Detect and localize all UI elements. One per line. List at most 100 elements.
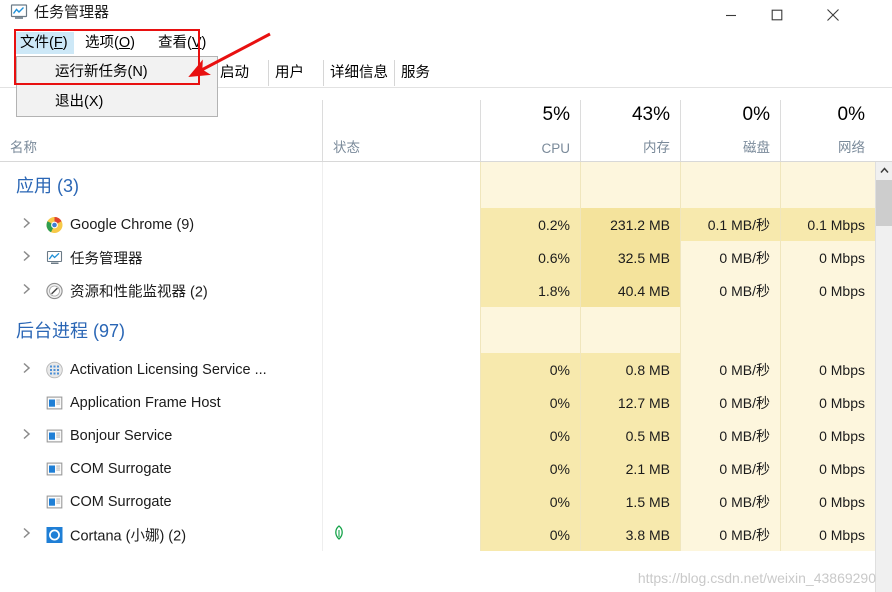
process-memory-cell: 0.8 MB [580, 353, 680, 386]
process-row[interactable]: COM Surrogate 0% 2.1 MB 0 MB/秒 0 Mbps [0, 452, 875, 485]
process-row[interactable]: 任务管理器 0.6% 32.5 MB 0 MB/秒 0 Mbps [0, 241, 875, 274]
column-header-cpu[interactable]: 5% CPU [480, 100, 580, 162]
process-network-cell: 0 Mbps [780, 518, 875, 551]
window-app-icon [46, 427, 63, 444]
column-header-disk-value: 0% [742, 104, 770, 125]
column-header-cpu-label: CPU [541, 141, 570, 156]
expand-chevron-icon[interactable] [22, 361, 31, 379]
maximize-button[interactable] [754, 0, 800, 30]
section-memory-cell [580, 307, 680, 353]
process-network-cell: 0 Mbps [780, 485, 875, 518]
process-name-label: Cortana (小娜) (2) [70, 528, 187, 544]
menu-item-file[interactable]: 文件(F) [14, 32, 74, 54]
tab-services[interactable]: 服务 [394, 60, 436, 86]
section-status-cell [322, 307, 480, 353]
section-header-row[interactable]: 后台进程 (97) [0, 307, 875, 353]
expand-chevron-icon[interactable] [22, 249, 31, 267]
column-header-memory[interactable]: 43% 内存 [580, 100, 680, 162]
column-header-status[interactable]: 状态 [322, 100, 480, 162]
process-name-label: COM Surrogate [70, 493, 172, 510]
process-memory-cell: 3.8 MB [580, 518, 680, 551]
process-disk-cell: 0 MB/秒 [680, 518, 780, 551]
process-disk-cell: 0 MB/秒 [680, 485, 780, 518]
tab-users[interactable]: 用户 [268, 60, 310, 86]
menu-file-accel: F [53, 35, 63, 51]
process-cpu-cell: 0% [480, 386, 580, 419]
process-network-cell: 0 Mbps [780, 241, 875, 274]
grid-app-icon [46, 361, 63, 378]
title-bar: 任务管理器 [0, 0, 892, 30]
process-disk-cell: 0.1 MB/秒 [680, 208, 780, 241]
column-header-disk[interactable]: 0% 磁盘 [680, 100, 780, 162]
window-app-icon [46, 394, 63, 411]
menu-exit[interactable]: 退出(X) [17, 87, 217, 117]
scrollbar-thumb[interactable] [876, 180, 892, 226]
section-network-cell [780, 307, 875, 353]
column-header-network-label: 网络 [838, 140, 865, 155]
process-network-cell: 0 Mbps [780, 419, 875, 452]
process-name-label: 任务管理器 [70, 251, 143, 267]
process-row[interactable]: Application Frame Host 0% 12.7 MB 0 MB/秒 0 M… [0, 386, 875, 419]
process-memory-cell: 0.5 MB [580, 419, 680, 452]
process-name-cell: COM Surrogate [0, 452, 322, 485]
process-status-cell [322, 274, 480, 307]
task-manager-window: 任务管理器 文件(F) 选项(O) 查看(V) 启动 用户 详细信息 服务 名称… [0, 0, 892, 592]
process-row[interactable]: Google Chrome (9) 0.2% 231.2 MB 0.1 MB/秒 0.1… [0, 208, 875, 241]
process-memory-cell: 1.5 MB [580, 485, 680, 518]
process-status-cell [322, 241, 480, 274]
expand-chevron-icon[interactable] [22, 216, 31, 234]
task-manager-icon [10, 4, 28, 20]
column-header-network[interactable]: 0% 网络 [780, 100, 875, 162]
section-header-row[interactable]: 应用 (3) [0, 162, 875, 208]
process-memory-cell: 12.7 MB [580, 386, 680, 419]
process-cpu-cell: 0.6% [480, 241, 580, 274]
minimize-button[interactable] [708, 0, 754, 30]
suspended-leaf-icon [333, 524, 345, 545]
process-row[interactable]: COM Surrogate 0% 1.5 MB 0 MB/秒 0 Mbps [0, 485, 875, 518]
process-row[interactable]: Cortana (小娜) (2) 0% 3.8 MB 0 MB/秒 0 Mbps [0, 518, 875, 551]
process-memory-cell: 231.2 MB [580, 208, 680, 241]
process-disk-cell: 0 MB/秒 [680, 274, 780, 307]
menu-run-new-task[interactable]: 运行新任务(N) [17, 57, 217, 87]
expand-chevron-icon[interactable] [22, 427, 31, 445]
process-network-cell: 0 Mbps [780, 452, 875, 485]
cortana-icon [46, 526, 63, 543]
close-button[interactable] [810, 0, 856, 30]
process-row[interactable]: Activation Licensing Service ... 0% 0.8 MB… [0, 353, 875, 386]
process-status-cell [322, 452, 480, 485]
menu-options-accel: O [118, 35, 131, 51]
expand-chevron-icon[interactable] [22, 526, 31, 544]
file-menu-dropdown: 运行新任务(N) 退出(X) [16, 56, 218, 117]
menu-item-options[interactable]: 选项(O) [79, 32, 141, 54]
tab-details[interactable]: 详细信息 [323, 60, 394, 86]
process-status-cell [322, 485, 480, 518]
process-row[interactable]: 资源和性能监视器 (2) 1.8% 40.4 MB 0 MB/秒 0 Mbps [0, 274, 875, 307]
menu-options-text: 选项( [85, 35, 119, 51]
process-network-cell: 0 Mbps [780, 274, 875, 307]
process-network-cell: 0 Mbps [780, 386, 875, 419]
process-name-label: Activation Licensing Service ... [70, 361, 267, 378]
process-cpu-cell: 0.2% [480, 208, 580, 241]
menu-item-view[interactable]: 查看(V) [152, 32, 212, 54]
process-disk-cell: 0 MB/秒 [680, 241, 780, 274]
process-name-cell: 任务管理器 [0, 241, 322, 274]
section-name-cell: 应用 (3) [0, 162, 322, 208]
process-memory-cell: 32.5 MB [580, 241, 680, 274]
section-memory-cell [580, 162, 680, 208]
vertical-scrollbar[interactable] [875, 162, 892, 592]
expand-chevron-icon[interactable] [22, 282, 31, 300]
process-cpu-cell: 0% [480, 419, 580, 452]
menu-view-tail: ) [201, 35, 207, 51]
column-header-memory-value: 43% [631, 104, 670, 125]
process-network-cell: 0 Mbps [780, 353, 875, 386]
process-row[interactable]: Bonjour Service 0% 0.5 MB 0 MB/秒 0 Mbps [0, 419, 875, 452]
column-header-disk-label: 磁盘 [743, 140, 770, 155]
process-status-cell [322, 419, 480, 452]
window-app-icon [46, 493, 63, 510]
section-name-cell: 后台进程 (97) [0, 307, 322, 353]
scroll-up-button[interactable] [876, 162, 892, 179]
process-name-label: Google Chrome (9) [70, 216, 195, 233]
process-cpu-cell: 0% [480, 353, 580, 386]
section-cpu-cell [480, 307, 580, 353]
tab-startup[interactable]: 启动 [213, 60, 255, 86]
